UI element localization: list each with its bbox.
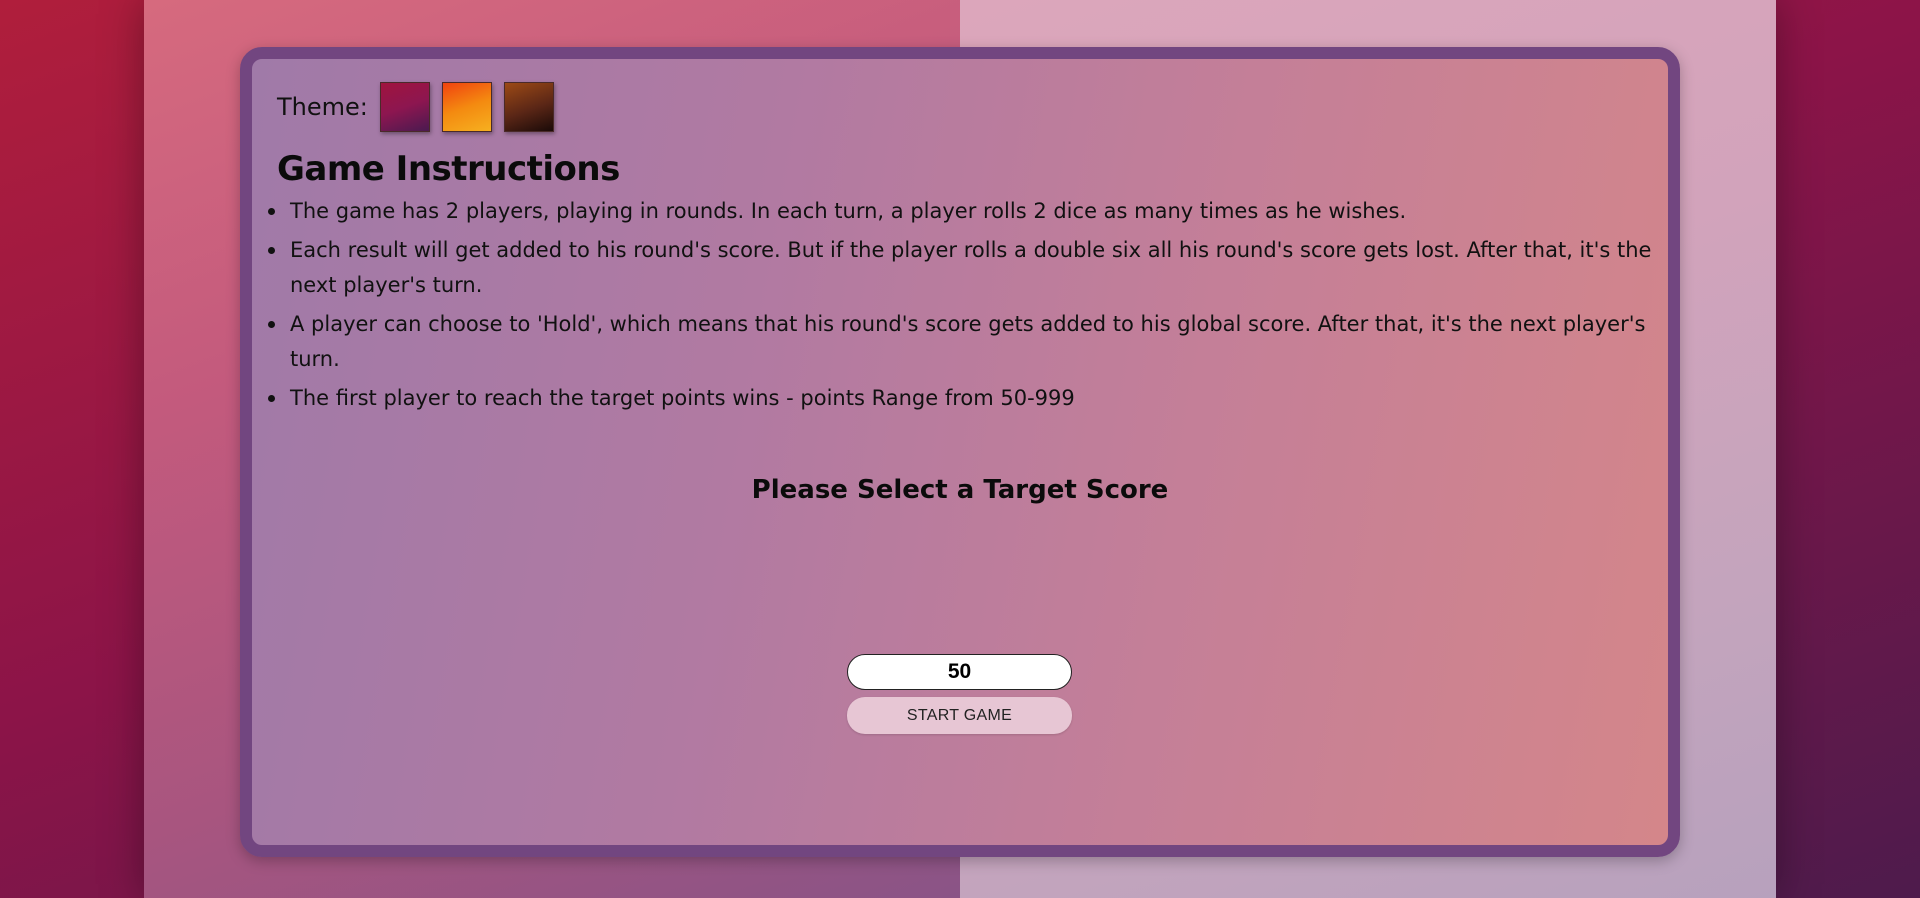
instructions-title: Game Instructions — [277, 149, 620, 189]
instruction-item: A player can choose to 'Hold', which mea… — [268, 307, 1660, 377]
left-edge-shade — [0, 0, 40, 898]
instructions-card: Theme: Game Instructions The game has 2 … — [240, 47, 1680, 857]
target-score-input[interactable] — [847, 654, 1072, 690]
theme-swatch-brown-black[interactable] — [503, 82, 554, 132]
instructions-list: The game has 2 players, playing in round… — [268, 194, 1660, 420]
instruction-item: The game has 2 players, playing in round… — [268, 194, 1660, 229]
theme-swatch-crimson-purple[interactable] — [379, 82, 430, 132]
instruction-item: Each result will get added to his round'… — [268, 233, 1660, 303]
theme-swatch-orange-yellow[interactable] — [441, 82, 492, 132]
target-score-heading: Please Select a Target Score — [751, 475, 1169, 505]
instruction-item: The first player to reach the target poi… — [268, 381, 1660, 416]
theme-selector: Theme: — [277, 82, 566, 132]
start-game-button[interactable]: START GAME — [847, 697, 1072, 734]
theme-label: Theme: — [277, 93, 368, 121]
